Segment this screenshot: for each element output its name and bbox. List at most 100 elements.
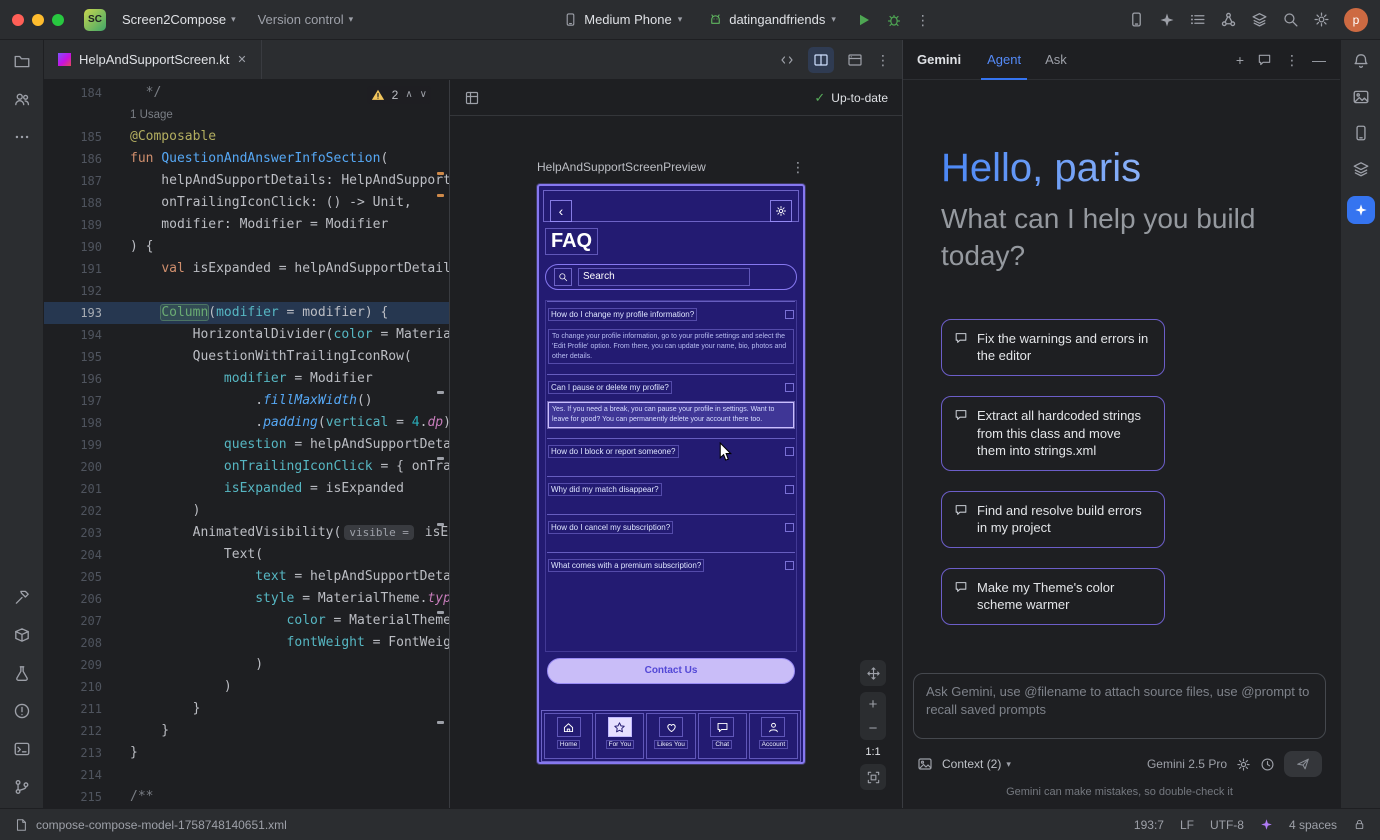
dependencies-tool-icon[interactable] [13, 626, 31, 644]
faq-question-row[interactable]: What comes with a premium subscription? [548, 559, 794, 572]
hide-panel-icon[interactable]: — [1312, 53, 1326, 67]
nav-item-home[interactable]: Home [544, 713, 593, 759]
suggestion-card[interactable]: Find and resolve build errors in my proj… [941, 491, 1165, 548]
faq-question-row[interactable]: Why did my match disappear? [548, 483, 794, 496]
fullscreen-window-button[interactable] [52, 14, 64, 26]
version-control-tool-icon[interactable] [13, 778, 31, 796]
send-button[interactable] [1284, 751, 1322, 777]
prev-issue-icon[interactable]: ∧ [405, 90, 412, 100]
debug-button[interactable] [886, 12, 902, 28]
back-button[interactable]: ‹ [550, 200, 572, 222]
context-selector[interactable]: Context (2) ▾ [942, 757, 1011, 771]
nav-item-chat[interactable]: Chat [698, 713, 747, 759]
tab-ask[interactable]: Ask [1039, 40, 1073, 80]
search-everywhere-icon[interactable] [1282, 11, 1299, 28]
gemini-toolbar-icon[interactable] [1159, 12, 1175, 28]
caret-position[interactable]: 193:7 [1134, 818, 1164, 832]
expand-icon[interactable] [785, 310, 794, 319]
services-tool-icon[interactable] [13, 664, 31, 682]
profiler-icon[interactable] [1220, 11, 1237, 28]
minimize-window-button[interactable] [32, 14, 44, 26]
attach-image-icon[interactable] [917, 756, 933, 772]
expand-icon[interactable] [785, 523, 794, 532]
chat-history-icon[interactable] [1257, 52, 1272, 67]
expand-icon[interactable] [785, 561, 794, 570]
new-chat-icon[interactable]: + [1236, 53, 1244, 67]
gemini-options-icon[interactable]: ⋮ [1285, 53, 1299, 67]
tab-agent[interactable]: Agent [981, 40, 1027, 80]
inspections-widget[interactable]: 2 ∧ ∨ [367, 86, 431, 104]
device-manager-icon[interactable] [1352, 124, 1370, 142]
device-selector[interactable]: Medium Phone ▾ [557, 8, 688, 31]
preview-canvas[interactable]: HelpAndSupportScreenPreview ⋮ ‹ FAQ [450, 116, 902, 808]
next-issue-icon[interactable]: ∨ [420, 90, 427, 100]
faq-question-row[interactable]: Can I pause or delete my profile? [548, 381, 794, 394]
more-tool-windows-icon[interactable] [13, 128, 31, 146]
faq-question-row[interactable]: How do I change my profile information? [548, 308, 794, 321]
suggestion-card[interactable]: Make my Theme's color scheme warmer [941, 568, 1165, 625]
file-encoding[interactable]: UTF-8 [1210, 818, 1244, 832]
zoom-level[interactable]: 1:1 [865, 746, 880, 758]
search-bar[interactable]: Search [545, 264, 797, 290]
project-menu[interactable]: Screen2Compose ▾ [116, 8, 242, 31]
code-line: 199 question = helpAndSupportDetails.que… [44, 434, 449, 456]
status-file-name[interactable]: compose-compose-model-1758748140651.xml [36, 818, 287, 832]
close-tab-icon[interactable]: ✕ [237, 53, 246, 66]
split-view-button[interactable] [808, 47, 834, 73]
preview-settings-button[interactable] [770, 200, 792, 222]
nav-item-for-you[interactable]: For You [595, 713, 644, 759]
project-tool-icon[interactable] [13, 52, 31, 70]
build-tool-icon[interactable] [13, 588, 31, 606]
nav-item-account[interactable]: Account [749, 713, 798, 759]
prompt-history-icon[interactable] [1260, 757, 1275, 772]
layout-inspector-icon[interactable] [1352, 160, 1370, 178]
code-line: 207 color = MaterialTheme.colorScheme [44, 610, 449, 632]
close-window-button[interactable] [12, 14, 24, 26]
profile-avatar[interactable]: p [1344, 8, 1368, 32]
expand-icon[interactable] [785, 383, 794, 392]
vcs-menu[interactable]: Version control ▾ [252, 8, 360, 31]
gemini-input[interactable] [913, 673, 1326, 739]
run-button[interactable] [856, 12, 872, 28]
gemini-settings-icon[interactable] [1236, 757, 1251, 772]
settings-icon[interactable] [1313, 11, 1330, 28]
problems-tool-icon[interactable] [13, 702, 31, 720]
expand-icon[interactable] [785, 485, 794, 494]
terminal-tool-icon[interactable] [13, 740, 31, 758]
code-line: 188 onTrailingIconClick: () -> Unit, [44, 192, 449, 214]
pan-tool-button[interactable] [860, 660, 886, 686]
faq-question-row[interactable]: How do I block or report someone? [548, 445, 794, 458]
contact-us-button[interactable]: Contact Us [547, 658, 795, 684]
notifications-icon[interactable] [1352, 52, 1370, 70]
more-run-actions-icon[interactable]: ⋮ [916, 13, 930, 27]
editor-options-icon[interactable]: ⋮ [876, 53, 890, 67]
gemini-toggle-button[interactable] [1347, 196, 1375, 224]
preview-layout-icon[interactable] [464, 90, 480, 106]
zoom-to-fit-button[interactable] [860, 764, 886, 790]
faq-question-row[interactable]: How do I cancel my subscription? [548, 521, 794, 534]
resource-manager-icon[interactable] [1352, 88, 1370, 106]
code-view-button[interactable] [774, 47, 800, 73]
expand-icon[interactable] [785, 447, 794, 456]
running-devices-icon[interactable] [1128, 11, 1145, 28]
code-editor[interactable]: 184 */1 Usage185@Composable186fun Questi… [44, 80, 450, 808]
nav-item-likes-you[interactable]: Likes You [646, 713, 695, 759]
readonly-lock-icon[interactable] [1353, 818, 1366, 831]
preview-options-icon[interactable]: ⋮ [791, 160, 805, 174]
model-selector[interactable]: Gemini 2.5 Pro [1147, 757, 1227, 771]
indent-config[interactable]: 4 spaces [1289, 818, 1337, 832]
suggestion-card[interactable]: Extract all hardcoded strings from this … [941, 396, 1165, 471]
preview-name[interactable]: HelpAndSupportScreenPreview [537, 160, 706, 174]
todo-list-icon[interactable] [1189, 11, 1206, 28]
editor-tab[interactable]: HelpAndSupportScreen.kt ✕ [44, 40, 262, 79]
ai-status-icon[interactable] [1260, 818, 1273, 831]
zoom-out-button[interactable]: − [860, 716, 886, 740]
pull-requests-icon[interactable] [13, 90, 31, 108]
design-view-button[interactable] [842, 47, 868, 73]
run-configuration-selector[interactable]: datingandfriends ▾ [702, 8, 842, 31]
device-mirroring-icon[interactable] [1251, 11, 1268, 28]
editor-scroll-stripe[interactable] [435, 80, 447, 808]
zoom-in-button[interactable]: + [860, 692, 886, 716]
suggestion-card[interactable]: Fix the warnings and errors in the edito… [941, 319, 1165, 376]
line-separator[interactable]: LF [1180, 818, 1194, 832]
